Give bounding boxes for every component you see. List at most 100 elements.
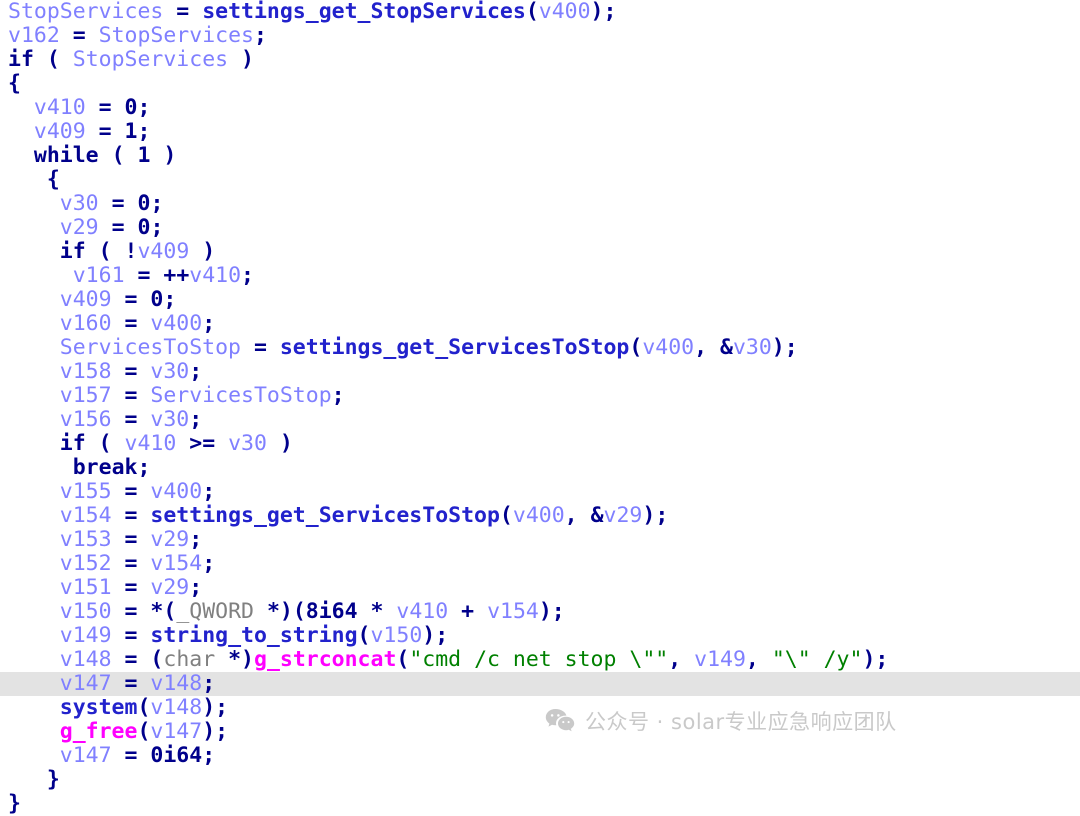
code-line[interactable]: { bbox=[0, 168, 1080, 192]
code-token: ; bbox=[202, 479, 216, 504]
code-token: v30 bbox=[732, 335, 772, 360]
code-token: ( bbox=[525, 0, 539, 24]
code-line[interactable]: v149 = string_to_string(v150); bbox=[0, 624, 1080, 648]
code-token: ) bbox=[422, 623, 436, 648]
code-line[interactable]: { bbox=[0, 72, 1080, 96]
code-line[interactable]: system(v148); bbox=[0, 696, 1080, 720]
code-line[interactable]: v157 = ServicesToStop; bbox=[0, 384, 1080, 408]
code-token: v400 bbox=[150, 479, 203, 504]
code-line[interactable]: v162 = StopServices; bbox=[0, 24, 1080, 48]
code-token: v400 bbox=[512, 503, 565, 528]
code-token: ( bbox=[111, 143, 125, 168]
code-line[interactable]: v155 = v400; bbox=[0, 480, 1080, 504]
code-token: } bbox=[46, 767, 60, 792]
code-token: v147 bbox=[59, 743, 112, 768]
code-line[interactable]: v161 = ++v410; bbox=[0, 264, 1080, 288]
code-token: ( bbox=[137, 719, 151, 744]
code-token: g_free bbox=[59, 719, 138, 744]
code-token: StopServices bbox=[72, 47, 229, 72]
code-token: *( bbox=[150, 599, 177, 624]
code-token: , bbox=[745, 647, 759, 672]
code-line[interactable]: v409 = 0; bbox=[0, 288, 1080, 312]
pseudocode-view[interactable]: StopServices = settings_get_StopServices… bbox=[0, 0, 1080, 816]
code-line[interactable]: while ( 1 ) bbox=[0, 144, 1080, 168]
code-line[interactable]: v410 = 0; bbox=[0, 96, 1080, 120]
code-line[interactable]: v154 = settings_get_ServicesToStop(v400,… bbox=[0, 504, 1080, 528]
code-token: settings_get_ServicesToStop bbox=[279, 335, 630, 360]
code-token: ; bbox=[215, 695, 229, 720]
code-token: if bbox=[59, 431, 86, 456]
code-token: & bbox=[590, 503, 604, 528]
code-line[interactable]: g_free(v147); bbox=[0, 720, 1080, 744]
code-line[interactable]: if ( StopServices ) bbox=[0, 48, 1080, 72]
code-line[interactable]: ServicesToStop = settings_get_ServicesTo… bbox=[0, 336, 1080, 360]
code-token: break bbox=[72, 455, 138, 480]
code-token: v409 bbox=[33, 119, 86, 144]
code-token: = bbox=[124, 287, 138, 312]
code-line[interactable]: v150 = *(_QWORD *)(8i64 * v410 + v154); bbox=[0, 600, 1080, 624]
code-token: v410 bbox=[33, 95, 86, 120]
code-token: v156 bbox=[59, 407, 112, 432]
code-token: v150 bbox=[370, 623, 423, 648]
code-token: = bbox=[124, 479, 138, 504]
code-line[interactable]: v409 = 1; bbox=[0, 120, 1080, 144]
code-token: v29 bbox=[603, 503, 643, 528]
code-line[interactable]: v160 = v400; bbox=[0, 312, 1080, 336]
code-token: ; bbox=[875, 647, 889, 672]
code-token: = bbox=[124, 599, 138, 624]
code-line[interactable]: if ( !v409 ) bbox=[0, 240, 1080, 264]
code-token: { bbox=[8, 71, 21, 96]
code-token: ; bbox=[137, 119, 151, 144]
code-line[interactable]: v158 = v30; bbox=[0, 360, 1080, 384]
code-line[interactable]: v147 = 0i64; bbox=[0, 744, 1080, 768]
code-line[interactable]: v151 = v29; bbox=[0, 576, 1080, 600]
code-token: * bbox=[370, 599, 384, 624]
code-token: + bbox=[461, 599, 475, 624]
code-token: ; bbox=[150, 215, 164, 240]
code-line[interactable]: v147 = v148; bbox=[0, 672, 1080, 696]
code-line[interactable]: if ( v410 >= v30 ) bbox=[0, 432, 1080, 456]
code-token: ; bbox=[202, 743, 216, 768]
code-line[interactable]: v156 = v30; bbox=[0, 408, 1080, 432]
code-token: v30 bbox=[59, 191, 99, 216]
code-token: v154 bbox=[487, 599, 539, 624]
code-line[interactable]: v30 = 0; bbox=[0, 192, 1080, 216]
code-line[interactable]: v29 = 0; bbox=[0, 216, 1080, 240]
code-line[interactable]: StopServices = settings_get_StopServices… bbox=[0, 0, 1080, 24]
code-line[interactable]: v152 = v154; bbox=[0, 552, 1080, 576]
code-line[interactable]: } bbox=[0, 792, 1080, 816]
code-line[interactable]: } bbox=[0, 768, 1080, 792]
code-line[interactable]: v148 = (char *)g_strconcat("cmd /c net s… bbox=[0, 648, 1080, 672]
code-line[interactable]: break; bbox=[0, 456, 1080, 480]
code-token: 0 bbox=[137, 191, 151, 216]
code-line[interactable]: v153 = v29; bbox=[0, 528, 1080, 552]
